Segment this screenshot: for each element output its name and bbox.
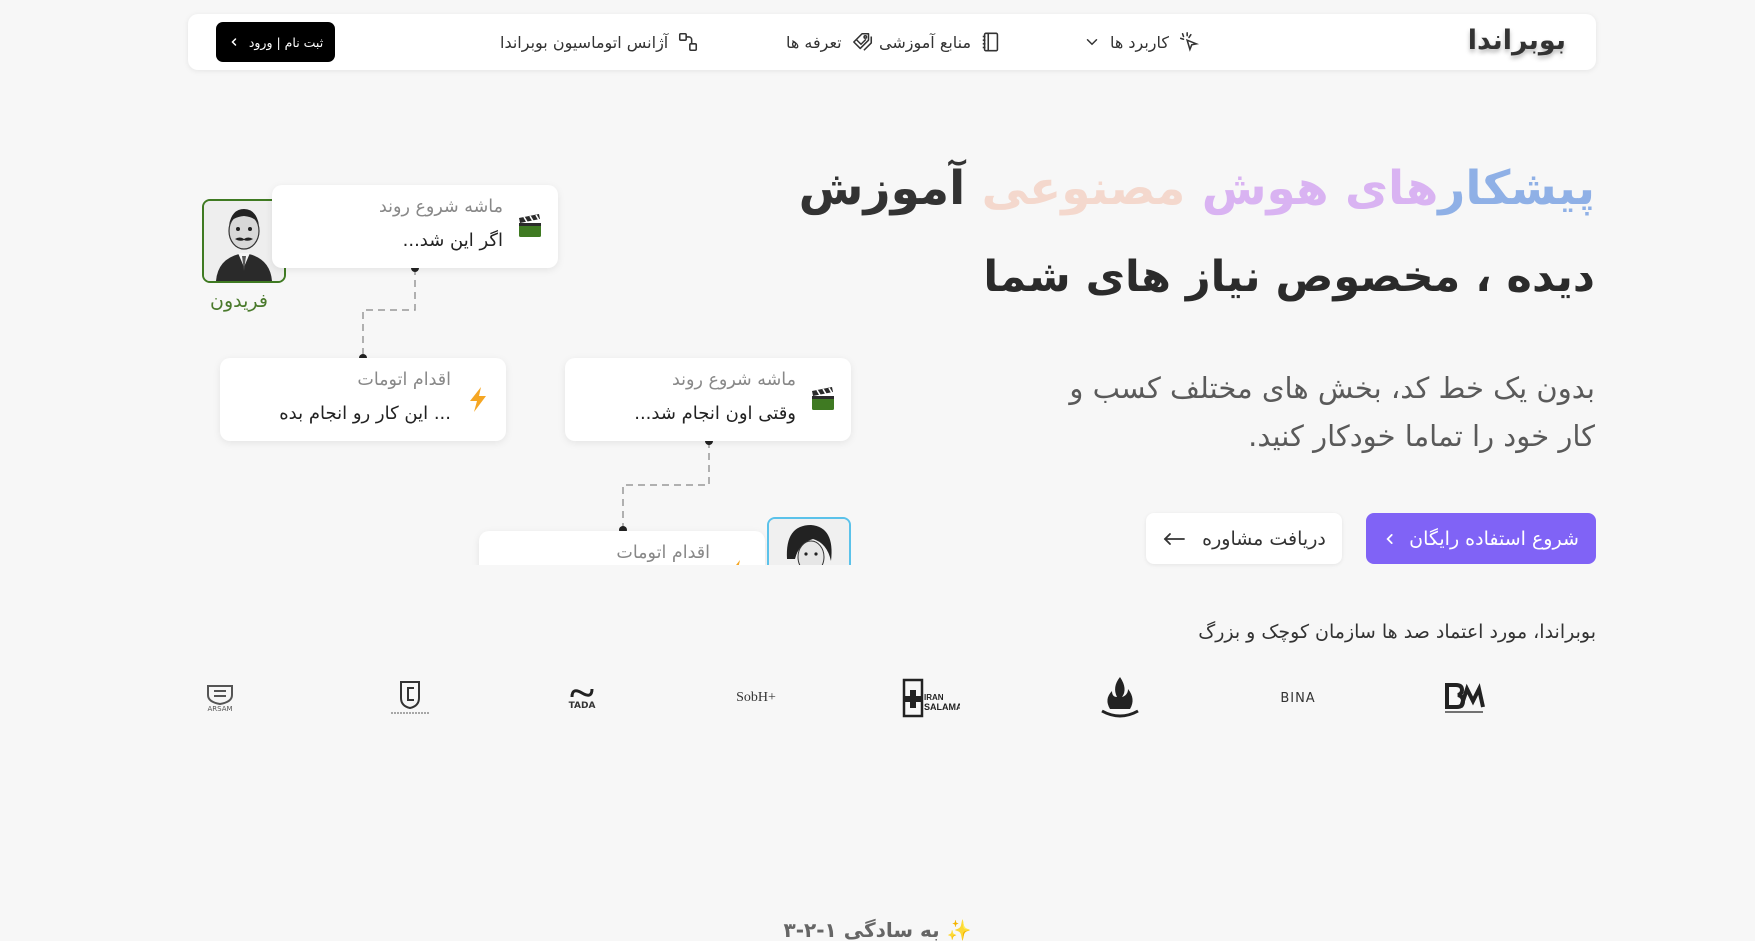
nav-item-label: تعرفه ها: [786, 32, 842, 52]
avatar-man-name: فریدون: [210, 290, 268, 312]
card-label: ماشه شروع روند: [378, 197, 503, 217]
hero-title-part: مصنوعی: [981, 161, 1202, 216]
card-label: اقدام اتومات: [616, 543, 710, 563]
hero-title-line2: دیده ، مخصوص نیاز های شما: [983, 252, 1595, 302]
hero-description: بدون یک خط کد، بخش های مختلف کسب و کار خ…: [1069, 371, 1595, 453]
client-logos: BINA IRAN SALAMAT SobH+ TADA: [190, 668, 1590, 728]
start-free-button[interactable]: شروع استفاده رایگان: [1366, 513, 1596, 564]
chevron-down-icon: [1086, 39, 1098, 46]
lightning-icon: [470, 387, 486, 412]
client-logo-salamat: IRAN SALAMAT: [890, 668, 970, 728]
hero-title-part: های هوش: [1201, 161, 1439, 216]
login-signup-button[interactable]: ثبت نام | ورود: [216, 22, 335, 62]
action-card[interactable]: اقدام اتومات: [479, 531, 765, 565]
notebook-icon: [982, 32, 999, 52]
avatar-woman-portrait: [769, 519, 849, 565]
clapperboard-icon: [519, 214, 541, 237]
client-logo-sobh: SobH+: [736, 690, 776, 705]
sparkle-cursor-icon: [1180, 32, 1200, 52]
chevron-left-icon: [1386, 533, 1393, 544]
client-logo-tada-label: TADA: [568, 701, 596, 711]
top-navbar: بوبراندا کاربرد ها منابع آموزشی تعرفه ها: [188, 14, 1596, 70]
nav-item-label: کاربرد ها: [1110, 32, 1170, 52]
action-card[interactable]: اقدام اتومات ... این کار رو انجام بده: [220, 358, 506, 441]
trigger-card[interactable]: ماشه شروع روند وقتی اون انجام شد...: [565, 358, 851, 441]
client-logo-bm: [1428, 668, 1498, 728]
login-signup-label: ثبت نام | ورود: [248, 34, 324, 50]
svg-text:SALAMAT: SALAMAT: [924, 702, 960, 712]
trusted-heading: بوبراندا، مورد اعتماد صد ها سازمان کوچک …: [1198, 621, 1596, 643]
price-tags-icon: [852, 32, 872, 51]
nav-item-automation-agency[interactable]: آژانس اتوماسیون بوبراندا: [500, 14, 699, 70]
hero-title-line1: پیشکارهای هوش مصنوعی آموزش: [799, 154, 1595, 224]
lightning-icon: [736, 560, 740, 565]
start-free-label: شروع استفاده رایگان: [1409, 527, 1579, 550]
client-logo-bina: BINA: [1280, 690, 1316, 706]
clapperboard-icon: [812, 387, 834, 410]
client-logo-arsam-label: ARSAM: [207, 705, 233, 713]
nav-item-label: آژانس اتوماسیون بوبراندا: [500, 32, 669, 52]
card-text: اگر این شد...: [402, 230, 503, 251]
brand-logo[interactable]: بوبراندا: [1468, 25, 1566, 56]
nav-item-use-cases[interactable]: کاربرد ها: [1083, 14, 1200, 70]
section-teaser: ✨ به سادگی ۱-۲-۳: [783, 918, 972, 941]
get-consultation-button[interactable]: دریافت مشاوره: [1146, 513, 1342, 564]
client-logo-shield: [370, 668, 450, 728]
trigger-card[interactable]: ماشه شروع روند اگر این شد...: [272, 185, 558, 268]
avatar-woman: [767, 517, 851, 565]
client-logo-arsam: ARSAM: [190, 668, 250, 728]
card-text: وقتی اون انجام شد...: [634, 403, 796, 424]
workflow-nodes-icon: [679, 32, 698, 52]
svg-text:IRAN: IRAN: [924, 693, 944, 702]
client-logo-flame: [1080, 668, 1160, 728]
workflow-diagram: فریدون ماشه شروع روند اگر این شد... اقدا…: [190, 180, 860, 565]
get-consultation-label: دریافت مشاوره: [1202, 527, 1326, 550]
chevron-left-icon: [231, 38, 237, 46]
hero-title-part: پیشکار: [1438, 161, 1595, 216]
nav-item-label: منابع آموزشی: [879, 32, 972, 52]
client-logo-tada: TADA: [542, 668, 622, 728]
arrow-left-icon: [1163, 532, 1186, 545]
card-text: ... این کار رو انجام بده: [279, 403, 451, 424]
card-label: اقدام اتومات: [357, 370, 451, 390]
card-label: ماشه شروع روند: [671, 370, 796, 390]
nav-item-pricing[interactable]: تعرفه ها: [786, 14, 875, 70]
